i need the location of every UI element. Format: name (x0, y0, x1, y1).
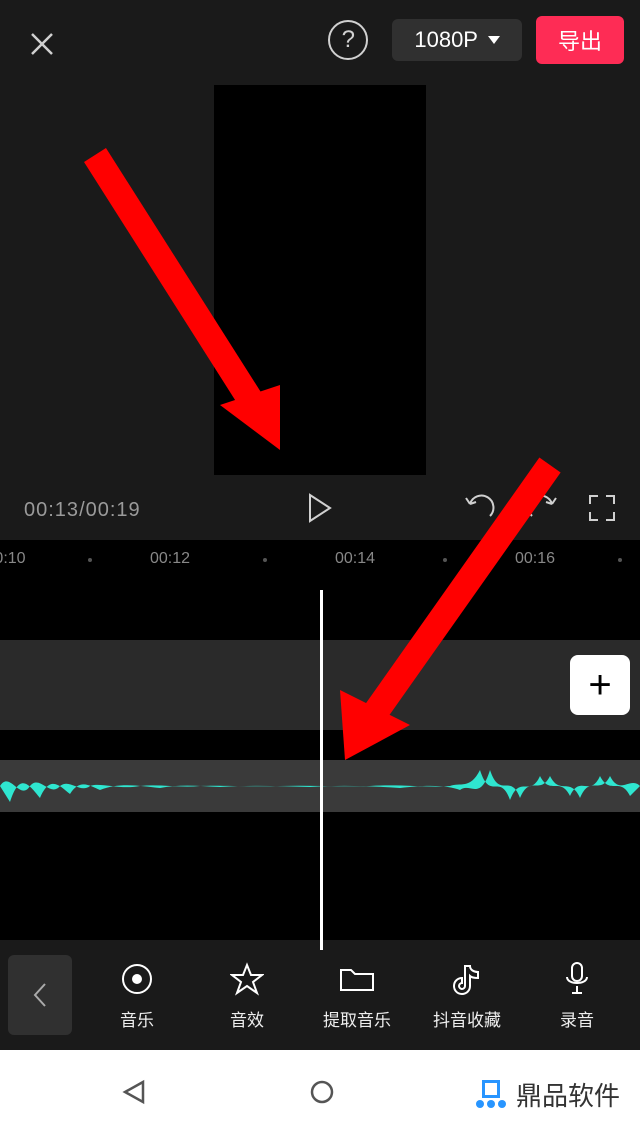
star-icon (230, 960, 264, 998)
douyin-icon (452, 960, 482, 998)
tool-label: 抖音收藏 (433, 1006, 501, 1031)
tool-douyin[interactable]: 抖音收藏 (412, 960, 522, 1031)
nav-back-icon[interactable] (121, 1079, 147, 1110)
ruler-dot (263, 558, 267, 562)
nav-home-icon[interactable] (309, 1079, 335, 1110)
audio-tools: 音乐 音效 提取音乐 抖音收藏 录音 (0, 940, 640, 1050)
resolution-dropdown[interactable]: 1080P (392, 19, 522, 61)
timecode: 00:13/00:19 (24, 499, 141, 522)
header: ? 1080P 导出 (0, 0, 640, 80)
tool-label: 音效 (230, 1006, 264, 1031)
fullscreen-button[interactable] (588, 494, 616, 527)
annotation-arrow-icon (310, 450, 570, 790)
back-button[interactable] (8, 955, 72, 1035)
watermark-logo-icon (476, 1080, 506, 1108)
annotation-arrow-icon (80, 140, 320, 480)
tool-label: 提取音乐 (323, 1006, 391, 1031)
resolution-label: 1080P (414, 27, 478, 53)
chevron-down-icon (488, 36, 500, 44)
ruler-dot (618, 558, 622, 562)
ruler-tick: 00:12 (150, 550, 190, 568)
export-button[interactable]: 导出 (536, 16, 624, 64)
mic-icon (564, 960, 590, 998)
android-navbar: 鼎品软件 (0, 1050, 640, 1138)
ruler-tick: 0:10 (0, 550, 26, 568)
help-button[interactable]: ? (328, 20, 368, 60)
tool-music[interactable]: 音乐 (82, 960, 192, 1031)
add-clip-button[interactable]: + (570, 655, 630, 715)
tool-extract[interactable]: 提取音乐 (302, 960, 412, 1031)
folder-icon (339, 960, 375, 998)
watermark-text: 鼎品软件 (516, 1076, 620, 1113)
close-button[interactable] (24, 26, 60, 62)
tool-label: 音乐 (120, 1006, 154, 1031)
watermark: 鼎品软件 (456, 1076, 640, 1113)
ruler-dot (88, 558, 92, 562)
tool-sfx[interactable]: 音效 (192, 960, 302, 1031)
tool-record[interactable]: 录音 (522, 960, 632, 1031)
music-icon (120, 960, 154, 998)
tool-label: 录音 (560, 1006, 594, 1031)
